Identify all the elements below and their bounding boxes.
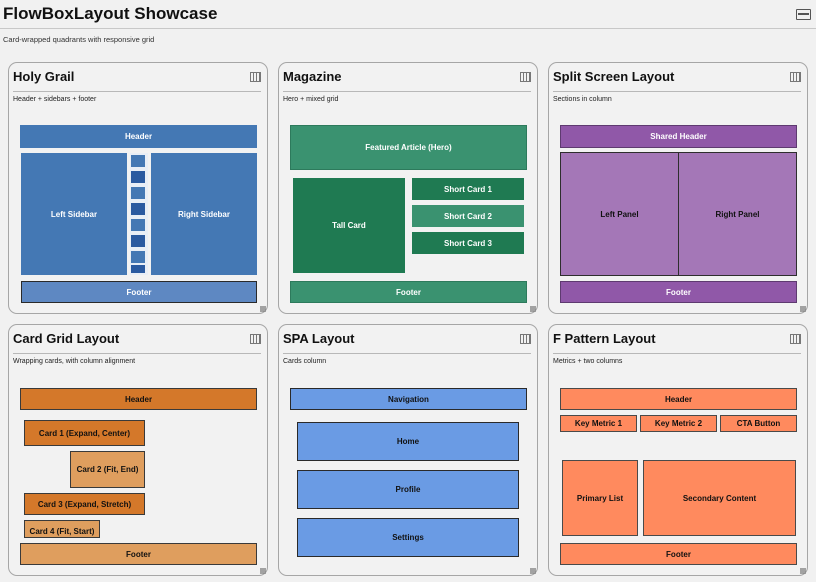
resize-grip[interactable]	[800, 306, 806, 312]
hg-center-cell	[131, 251, 145, 263]
resize-grip[interactable]	[260, 568, 266, 574]
window-card-icon[interactable]	[796, 9, 811, 20]
spa-home: Home	[297, 422, 519, 461]
card-title: Card Grid Layout	[13, 331, 120, 346]
card-subtitle: Hero + mixed grid	[283, 96, 339, 103]
card-divider	[283, 91, 531, 92]
card-divider	[283, 353, 531, 354]
card-title: SPA Layout	[283, 331, 355, 346]
card-divider	[13, 91, 261, 92]
spa-navigation: Navigation	[290, 388, 527, 410]
resize-grip[interactable]	[260, 306, 266, 312]
hg-center-cell	[131, 219, 145, 231]
columns-icon[interactable]	[790, 334, 801, 344]
hg-center-cell	[131, 171, 145, 183]
spa-profile: Profile	[297, 470, 519, 509]
title-divider	[0, 28, 816, 29]
cg-card-4: Card 4 (Fit, Start)	[24, 520, 100, 538]
mg-short-card-1: Short Card 1	[412, 178, 524, 200]
card-holy-grail: Holy Grail Header + sidebars + footer He…	[8, 62, 268, 314]
mg-tall-card: Tall Card	[293, 178, 405, 273]
hg-right-sidebar: Right Sidebar	[151, 153, 257, 275]
card-title: Magazine	[283, 69, 342, 84]
card-magazine: Magazine Hero + mixed grid Featured Arti…	[278, 62, 538, 314]
resize-grip[interactable]	[530, 568, 536, 574]
card-subtitle: Wrapping cards, with column alignment	[13, 358, 136, 365]
mg-footer: Footer	[290, 281, 527, 303]
hg-footer: Footer	[21, 281, 257, 303]
card-subtitle: Cards column	[283, 358, 327, 365]
cg-card-1: Card 1 (Expand, Center)	[24, 420, 145, 446]
app-subtitle: Card-wrapped quadrants with responsive g…	[3, 35, 155, 44]
hg-center-cell	[131, 203, 145, 215]
resize-grip[interactable]	[800, 568, 806, 574]
mg-hero: Featured Article (Hero)	[290, 125, 527, 170]
fp-key-metric-2: Key Metric 2	[640, 415, 717, 432]
sp-footer: Footer	[560, 281, 797, 303]
columns-icon[interactable]	[250, 334, 261, 344]
app-title: FlowBoxLayout Showcase	[3, 4, 218, 23]
hg-center-cell	[131, 155, 145, 167]
spa-settings: Settings	[297, 518, 519, 557]
card-spa: SPA Layout Cards column Navigation Home …	[278, 324, 538, 576]
sp-right-panel: Right Panel	[678, 152, 797, 276]
hg-center-cell	[131, 235, 145, 247]
sp-shared-header: Shared Header	[560, 125, 797, 148]
cg-header: Header	[20, 388, 257, 410]
cg-card-2: Card 2 (Fit, End)	[70, 451, 145, 488]
cg-card-3: Card 3 (Expand, Stretch)	[24, 493, 145, 515]
card-title: F Pattern Layout	[553, 331, 656, 346]
columns-icon[interactable]	[790, 72, 801, 82]
hg-left-sidebar: Left Sidebar	[21, 153, 127, 275]
card-subtitle: Sections in column	[553, 96, 612, 103]
mg-short-card-2: Short Card 2	[412, 205, 524, 227]
fp-secondary-content: Secondary Content	[643, 460, 796, 536]
fp-header: Header	[560, 388, 797, 410]
card-divider	[553, 91, 801, 92]
hg-center-strip	[130, 153, 148, 275]
card-title: Split Screen Layout	[553, 69, 675, 84]
hg-center-cell	[131, 187, 145, 199]
card-divider	[553, 353, 801, 354]
card-split-screen: Split Screen Layout Sections in column S…	[548, 62, 808, 314]
card-card-grid: Card Grid Layout Wrapping cards, with co…	[8, 324, 268, 576]
sp-left-panel: Left Panel	[560, 152, 679, 276]
columns-icon[interactable]	[520, 72, 531, 82]
card-f-pattern: F Pattern Layout Metrics + two columns H…	[548, 324, 808, 576]
hg-center-cell	[131, 265, 145, 273]
card-title: Holy Grail	[13, 69, 75, 84]
cg-footer: Footer	[20, 543, 257, 565]
fp-footer: Footer	[560, 543, 797, 565]
columns-icon[interactable]	[520, 334, 531, 344]
fp-key-metric-1: Key Metric 1	[560, 415, 637, 432]
card-subtitle: Header + sidebars + footer	[13, 96, 97, 103]
mg-short-card-3: Short Card 3	[412, 232, 524, 254]
resize-grip[interactable]	[530, 306, 536, 312]
fp-primary-list: Primary List	[562, 460, 638, 536]
hg-header: Header	[20, 125, 257, 148]
fp-cta-button[interactable]: CTA Button	[720, 415, 797, 432]
columns-icon[interactable]	[250, 72, 261, 82]
card-divider	[13, 353, 261, 354]
card-subtitle: Metrics + two columns	[553, 358, 623, 365]
